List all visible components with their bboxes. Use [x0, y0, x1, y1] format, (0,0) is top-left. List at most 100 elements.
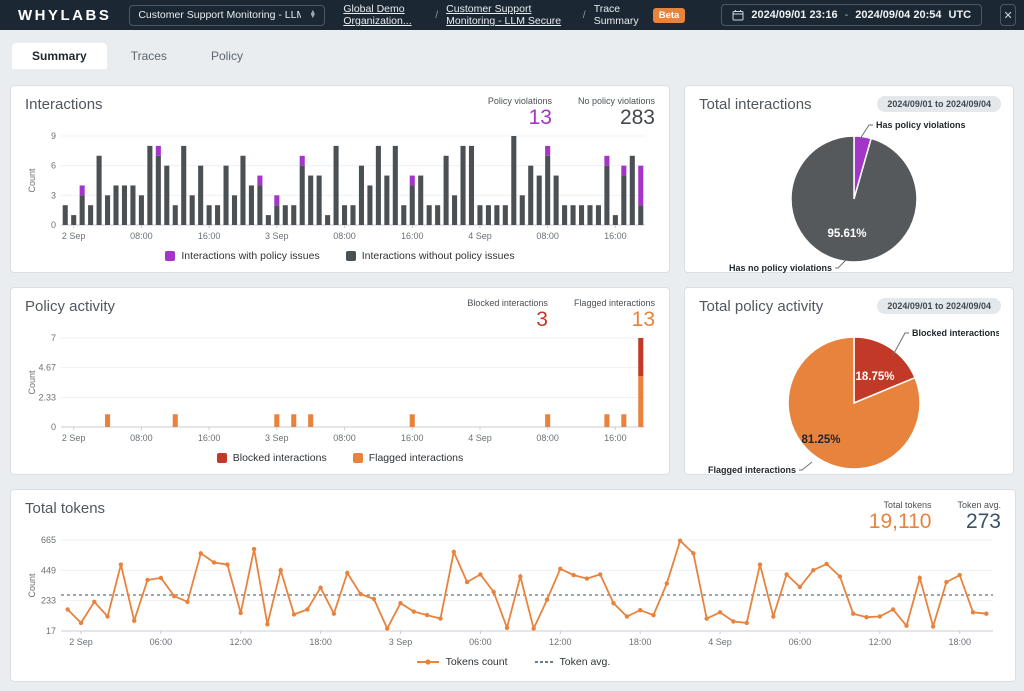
legend-item[interactable]: Tokens count — [416, 656, 508, 668]
policy-activity-panel: Policy activity Blocked interactions 3 F… — [10, 287, 670, 475]
legend-item[interactable]: Blocked interactions — [216, 452, 327, 465]
stat-value: 3 — [536, 308, 548, 331]
svg-text:3: 3 — [51, 190, 56, 200]
policy-activity-bar-chart: 0 2.33 4.67 7 2 Sep 08:00 16:00 3 Sep 08:00 16:00… — [27, 333, 645, 443]
row-tokens: Total tokens Total tokens 19,110 Token a… — [10, 489, 1016, 682]
total-interactions-pie: Has policy violations Has no policy viol… — [729, 120, 966, 273]
svg-text:4 Sep: 4 Sep — [468, 231, 492, 241]
interactions-legend: Interactions with policy issues Interact… — [25, 250, 655, 262]
pie-percent: 81.25% — [801, 434, 840, 446]
pie-percent: 18.75% — [855, 371, 894, 383]
tab-traces[interactable]: Traces — [111, 43, 187, 69]
svg-text:16:00: 16:00 — [198, 433, 221, 443]
tab-policy[interactable]: Policy — [191, 43, 263, 69]
legend-label: Tokens count — [445, 656, 508, 669]
stat-value: 19,110 — [868, 510, 932, 533]
total-tokens-panel: Total tokens Total tokens 19,110 Token a… — [10, 489, 1016, 682]
svg-text:0: 0 — [51, 220, 56, 230]
svg-text:12:00: 12:00 — [229, 637, 252, 647]
legend-label: Blocked interactions — [232, 452, 327, 465]
svg-text:12:00: 12:00 — [549, 637, 572, 647]
interactions-panel: Interactions Policy violations 13 No pol… — [10, 85, 670, 273]
svg-text:06:00: 06:00 — [789, 637, 812, 647]
tab-summary[interactable]: Summary — [12, 43, 107, 69]
breadcrumb: Global Demo Organization... / Customer S… — [343, 3, 686, 27]
svg-text:2 Sep: 2 Sep — [62, 433, 86, 443]
legend-label: Flagged interactions — [368, 452, 464, 465]
tab-bar: Summary Traces Policy — [12, 43, 1012, 69]
dashed-line-swatch — [534, 661, 553, 663]
legend-swatch — [345, 251, 356, 262]
svg-text:08:00: 08:00 — [536, 231, 559, 241]
stat-label: Flagged interactions — [573, 298, 655, 308]
panel-title: Total policy activity — [699, 298, 824, 315]
total-interactions-panel: Total interactions 2024/09/01 to 2024/09… — [684, 85, 1014, 273]
pie-label-no-violations: Has no policy violations — [729, 263, 832, 273]
line-dot-swatch — [416, 659, 439, 665]
svg-text:6: 6 — [51, 161, 56, 171]
svg-text:18:00: 18:00 — [309, 637, 332, 647]
svg-text:449: 449 — [41, 565, 56, 575]
svg-text:Count: Count — [27, 370, 37, 395]
svg-text:18:00: 18:00 — [948, 637, 971, 647]
legend-label: Interactions without policy issues — [361, 250, 515, 263]
legend-item[interactable]: Token avg. — [534, 656, 610, 668]
date-badge: 2024/09/01 to 2024/09/04 — [877, 96, 1001, 112]
legend-item[interactable]: Interactions with policy issues — [165, 250, 320, 263]
svg-text:16:00: 16:00 — [604, 231, 627, 241]
chevron-updown-icon: ▲ ▼ — [309, 9, 317, 20]
policy-stats: Blocked interactions 3 Flagged interacti… — [467, 298, 655, 331]
legend-label: Interactions with policy issues — [181, 250, 320, 263]
panel-title: Interactions — [25, 96, 103, 113]
panel-title: Total tokens — [25, 500, 106, 517]
svg-text:9: 9 — [51, 131, 56, 141]
stat-flagged: Flagged interactions 13 — [574, 298, 655, 331]
breadcrumb-resource-link[interactable]: Customer Support Monitoring - LLM Secure — [446, 3, 575, 27]
policy-legend: Blocked interactions Flagged interaction… — [25, 452, 655, 464]
svg-text:3 Sep: 3 Sep — [389, 637, 413, 647]
svg-text:17: 17 — [46, 626, 56, 636]
pie-label-flagged: Flagged interactions — [708, 465, 796, 475]
row-policy: Policy activity Blocked interactions 3 F… — [10, 287, 1014, 475]
whylabs-logo[interactable]: WHYLABS — [18, 7, 111, 24]
svg-text:16:00: 16:00 — [401, 231, 424, 241]
stat-policy-violations: Policy violations 13 — [488, 96, 552, 129]
breadcrumb-separator: / — [435, 9, 439, 21]
date-badge: 2024/09/01 to 2024/09/04 — [877, 298, 1001, 314]
svg-text:Count: Count — [27, 168, 37, 193]
tokens-stats: Total tokens 19,110 Token avg. 273 — [869, 500, 1001, 533]
project-selector[interactable]: Customer Support Monitoring - LLM Se... … — [129, 4, 326, 26]
stat-value: 283 — [619, 106, 655, 129]
legend-swatch — [165, 251, 176, 262]
timezone-label: UTC — [948, 9, 972, 21]
total-policy-panel: Total policy activity 2024/09/01 to 2024… — [684, 287, 1014, 475]
stat-value: 13 — [631, 308, 655, 331]
svg-text:12:00: 12:00 — [869, 637, 892, 647]
stat-token-avg: Token avg. 273 — [957, 500, 1001, 533]
legend-item[interactable]: Interactions without policy issues — [345, 250, 515, 263]
pie-percent: 95.61% — [827, 228, 866, 240]
legend-item[interactable]: Flagged interactions — [352, 452, 464, 465]
date-range-end: 2024/09/04 20:54 — [855, 9, 942, 21]
legend-swatch — [352, 453, 363, 464]
stat-total-tokens: Total tokens 19,110 — [869, 500, 932, 533]
svg-text:16:00: 16:00 — [198, 231, 221, 241]
close-button[interactable]: ✕ — [1000, 4, 1016, 26]
svg-text:2 Sep: 2 Sep — [69, 637, 93, 647]
svg-text:665: 665 — [41, 535, 56, 545]
legend-swatch — [216, 453, 227, 464]
svg-text:4 Sep: 4 Sep — [708, 637, 732, 647]
svg-text:233: 233 — [41, 596, 56, 606]
beta-badge: Beta — [652, 7, 686, 23]
stat-label: Blocked interactions — [467, 298, 548, 308]
svg-text:08:00: 08:00 — [333, 433, 356, 443]
date-range-picker[interactable]: 2024/09/01 23:16 - 2024/09/04 20:54 UTC — [721, 4, 983, 26]
tokens-legend: Tokens count Token avg. — [25, 656, 1001, 668]
svg-text:18:00: 18:00 — [629, 637, 652, 647]
total-tokens-line-chart: 17 233 449 665 2 Sep 06:00 12:00 18:00 3 Sep 06:0… — [27, 535, 993, 647]
calendar-icon — [732, 10, 744, 21]
svg-text:08:00: 08:00 — [333, 231, 356, 241]
breadcrumb-org-link[interactable]: Global Demo Organization... — [343, 3, 427, 27]
panel-title: Total interactions — [699, 96, 812, 113]
stat-label: Total tokens — [883, 500, 932, 510]
